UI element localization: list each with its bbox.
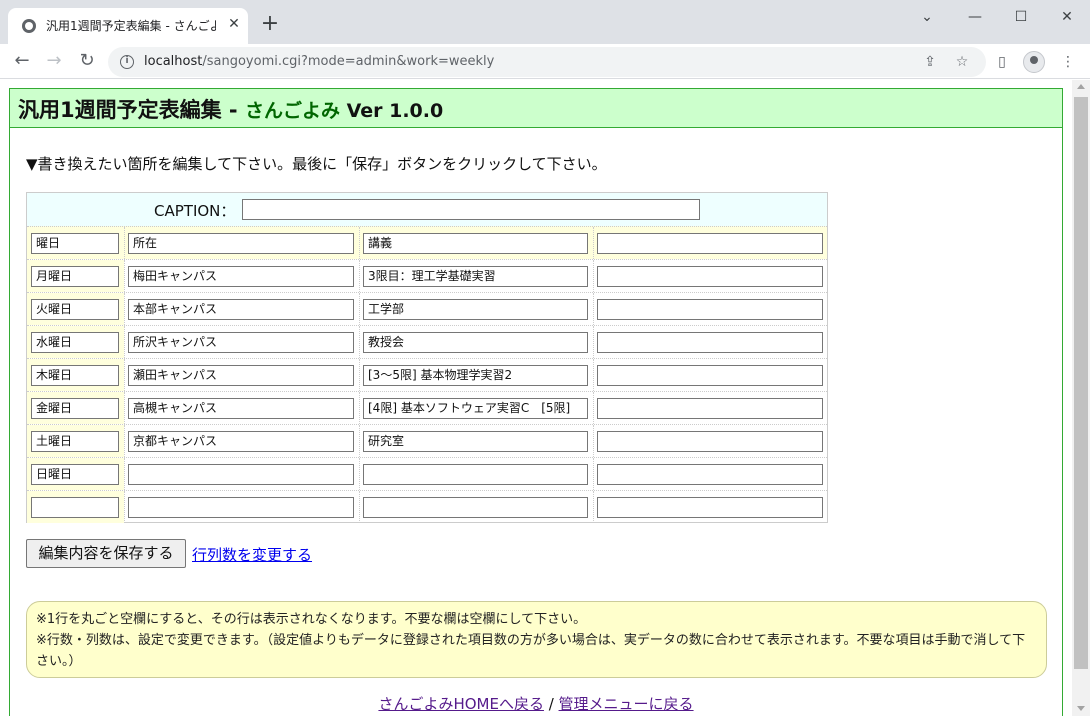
lecture-input[interactable]: [4限] 基本ソフトウェア実習C [5限] (363, 398, 588, 419)
extra-input[interactable] (597, 464, 823, 485)
day-input[interactable] (31, 497, 119, 518)
info-icon[interactable]: i (120, 55, 134, 69)
notes-box: ※1行を丸ごと空欄にすると、その行は表示されなくなります。不要な欄は空欄にして下… (26, 601, 1047, 678)
menu-kebab-icon[interactable]: ⋮ (1056, 50, 1080, 74)
extra-input[interactable] (597, 431, 823, 452)
lecture-input[interactable]: 研究室 (363, 431, 588, 452)
close-tab-icon[interactable]: ✕ (224, 14, 244, 34)
back-arrow-icon[interactable]: ← (10, 50, 34, 74)
location-input[interactable] (128, 464, 354, 485)
lecture-input[interactable] (363, 497, 588, 518)
day-input[interactable]: 月曜日 (31, 266, 119, 287)
location-input[interactable]: 梅田キャンパス (128, 266, 354, 287)
location-input[interactable]: 所在 (128, 233, 354, 254)
page-frame: 汎用1週間予定表編集 - さんごよみ Ver 1.0.0 ▼書き換えたい箇所を編… (9, 88, 1063, 716)
bookmark-star-icon[interactable]: ☆ (952, 52, 972, 72)
browser-toolbar: ← → ↻ i localhost/sangoyomi.cgi?mode=adm… (0, 44, 1090, 79)
extra-input[interactable] (597, 332, 823, 353)
share-icon[interactable]: ⇪ (920, 52, 940, 72)
lecture-input[interactable]: 3限目：理工学基礎実習 (363, 266, 588, 287)
day-input[interactable]: 火曜日 (31, 299, 119, 320)
save-button[interactable]: 編集内容を保存する (26, 539, 186, 568)
page-header: 汎用1週間予定表編集 - さんごよみ Ver 1.0.0 (10, 89, 1062, 128)
minimize-button[interactable]: — (952, 4, 998, 30)
location-input[interactable]: 本部キャンパス (128, 299, 354, 320)
weekly-schedule-editor: CAPTION： 曜日 所在 講義月曜日 梅田キャンパス 3限目：理工学基礎実習火曜日本… (26, 192, 828, 523)
footer-links: さんごよみHOMEへ戻る / 管理メニューに戻る (10, 693, 1062, 714)
app-name: さんごよみ (244, 100, 340, 122)
day-input[interactable]: 金曜日 (31, 398, 119, 419)
page-title: 汎用1週間予定表編集 - さんごよみ Ver 1.0.0 (18, 98, 444, 122)
new-tab-button[interactable]: + (258, 13, 282, 37)
home-link[interactable]: さんごよみHOMEへ戻る (378, 695, 544, 713)
scrollbar-thumb[interactable] (1074, 97, 1088, 669)
caption-row: CAPTION： (27, 193, 827, 226)
instruction-text: ▼書き換えたい箇所を編集して下さい。最後に「保存」ボタンをクリックして下さい。 (26, 155, 607, 173)
grid-row: 月曜日 梅田キャンパス 3限目：理工学基礎実習 (27, 259, 827, 292)
footer-separator: / (543, 695, 559, 713)
tab-title: 汎用1週間予定表編集 - さんごよみ (46, 19, 216, 33)
grid-row: 水曜日 所沢キャンパス 教授会 (27, 325, 827, 358)
page-viewport: 汎用1週間予定表編集 - さんごよみ Ver 1.0.0 ▼書き換えたい箇所を編… (0, 80, 1072, 716)
grid-row: 金曜日 高槻キャンパス [4限] 基本ソフトウェア実習C [5限] (27, 391, 827, 424)
close-window-button[interactable]: ✕ (1044, 4, 1090, 30)
admin-menu-link[interactable]: 管理メニューに戻る (559, 695, 694, 713)
day-input[interactable]: 土曜日 (31, 431, 119, 452)
extra-input[interactable] (597, 266, 823, 287)
grid-row: 火曜日 本部キャンパス 工学部 (27, 292, 827, 325)
day-input[interactable]: 日曜日 (31, 464, 119, 485)
globe-icon (22, 19, 36, 33)
lecture-input[interactable]: 工学部 (363, 299, 588, 320)
grid-row: 日曜日 (27, 457, 827, 490)
day-input[interactable]: 曜日 (31, 233, 119, 254)
grid-header-row: 曜日 所在 講義 (27, 226, 827, 259)
scroll-up-arrow-icon[interactable] (1077, 84, 1085, 89)
tab-search-icon[interactable]: ⌄ (904, 4, 950, 30)
scroll-down-arrow-icon[interactable] (1077, 706, 1085, 711)
url-text[interactable]: localhost/sangoyomi.cgi?mode=admin&work=… (144, 54, 494, 69)
app-version: Ver 1.0.0 (339, 100, 444, 122)
grid-row (27, 490, 827, 523)
extra-input[interactable] (597, 299, 823, 320)
location-input[interactable]: 瀬田キャンパス (128, 365, 354, 386)
grid-row: 木曜日 瀬田キャンパス [3～5限] 基本物理学実習2 (27, 358, 827, 391)
lecture-input[interactable]: [3～5限] 基本物理学実習2 (363, 365, 588, 386)
location-input[interactable] (128, 497, 354, 518)
reload-icon[interactable]: ↻ (75, 50, 99, 74)
tab-strip: 汎用1週間予定表編集 - さんごよみ ✕ + ⌄ — ☐ ✕ (0, 0, 1090, 44)
caption-label: CAPTION： (154, 202, 236, 220)
extra-input[interactable] (597, 233, 823, 254)
extra-input[interactable] (597, 365, 823, 386)
address-bar[interactable]: i localhost/sangoyomi.cgi?mode=admin&wor… (108, 47, 986, 77)
location-input[interactable]: 所沢キャンパス (128, 332, 354, 353)
browser-tab[interactable]: 汎用1週間予定表編集 - さんごよみ ✕ (8, 8, 248, 44)
caption-input[interactable] (242, 199, 700, 220)
lecture-input[interactable]: 教授会 (363, 332, 588, 353)
lecture-input[interactable] (363, 464, 588, 485)
location-input[interactable]: 高槻キャンパス (128, 398, 354, 419)
profile-avatar-icon[interactable] (1023, 51, 1045, 73)
day-input[interactable]: 木曜日 (31, 365, 119, 386)
forward-arrow-icon[interactable]: → (42, 50, 66, 74)
change-rows-columns-link[interactable]: 行列数を変更する (192, 544, 312, 565)
extra-input[interactable] (597, 398, 823, 419)
side-panel-icon[interactable]: ▯ (990, 50, 1014, 74)
extra-input[interactable] (597, 497, 823, 518)
note-line: ※1行を丸ごと空欄にすると、その行は表示されなくなります。不要な欄は空欄にして下… (36, 612, 587, 627)
maximize-button[interactable]: ☐ (998, 4, 1044, 30)
day-input[interactable]: 水曜日 (31, 332, 119, 353)
vertical-scrollbar[interactable] (1072, 80, 1090, 716)
grid-row: 土曜日 京都キャンパス 研究室 (27, 424, 827, 457)
location-input[interactable]: 京都キャンパス (128, 431, 354, 452)
lecture-input[interactable]: 講義 (363, 233, 588, 254)
note-line: ※行数・列数は、設定で変更できます。（設定値よりもデータに登録された項目数の方が… (36, 633, 1026, 669)
